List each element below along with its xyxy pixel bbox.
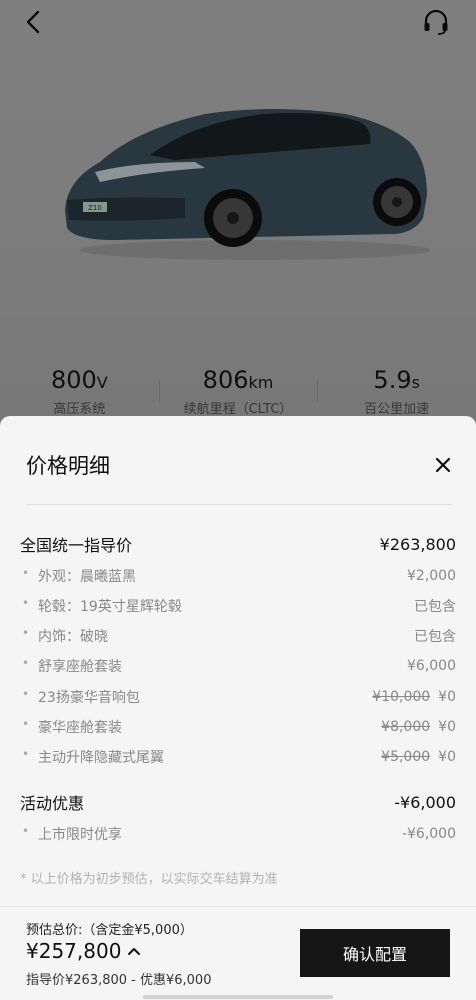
discounted-price: ¥0 (438, 689, 456, 705)
row-label: 内饰：破晓 (20, 626, 108, 646)
chevron-up-icon (128, 948, 141, 955)
promotion-row: 活动优惠 -¥6,000 (20, 789, 456, 815)
row-value: ¥8,000 ¥0 (381, 719, 456, 735)
row-value: 已包含 (414, 599, 456, 615)
estimate-total-toggle[interactable]: ¥257,800 (26, 939, 141, 963)
price-item-row: 轮毂：19英寸星辉轮毂 已包含 (20, 593, 456, 619)
estimate-label: 预估总价:（含定金¥5,000） (26, 923, 193, 938)
price-item-row: 23扬豪华音响包 ¥10,000 ¥0 (20, 684, 456, 710)
row-value: ¥6,000 (407, 658, 456, 674)
row-value: ¥5,000 ¥0 (381, 749, 456, 765)
estimate-total: ¥257,800 (26, 939, 122, 963)
confirm-config-button[interactable]: 确认配置 (300, 929, 450, 977)
price-item-row: 外观：晨曦蓝黑 ¥2,000 (20, 563, 456, 589)
row-label: 上市限时优享 (20, 824, 122, 844)
price-item-row: 豪华座舱套装 ¥8,000 ¥0 (20, 714, 456, 740)
price-detail-sheet: 价格明细 全国统一指导价 ¥263,800 外观：晨曦蓝黑 ¥2,000 轮毂：… (0, 416, 476, 1000)
row-label: 外观：晨曦蓝黑 (20, 566, 136, 586)
original-price: ¥8,000 (381, 719, 431, 735)
row-value: ¥10,000 ¥0 (372, 689, 456, 705)
row-value: ¥263,800 (379, 534, 456, 554)
row-label: 舒享座舱套装 (20, 656, 122, 676)
price-item-row: 主动升降隐藏式尾翼 ¥5,000 ¥0 (20, 744, 456, 770)
guide-price-row: 全国统一指导价 ¥263,800 (20, 531, 456, 557)
home-indicator (143, 995, 333, 999)
sheet-title: 价格明细 (26, 454, 110, 478)
original-price: ¥5,000 (381, 749, 431, 765)
row-label: 豪华座舱套装 (20, 717, 122, 737)
row-value: 已包含 (414, 629, 456, 645)
row-value: -¥6,000 (394, 792, 456, 812)
row-label: 活动优惠 (20, 794, 85, 813)
row-label: 全国统一指导价 (20, 536, 133, 555)
promotion-item-row: 上市限时优享 -¥6,000 (20, 821, 456, 847)
original-price: ¥10,000 (372, 689, 431, 705)
price-item-row: 内饰：破晓 已包含 (20, 623, 456, 649)
checkout-footer: 预估总价:（含定金¥5,000） ¥257,800 指导价¥263,800 - … (0, 906, 476, 1000)
discounted-price: ¥0 (438, 719, 456, 735)
row-value: ¥2,000 (407, 568, 456, 584)
close-icon[interactable] (430, 452, 456, 478)
row-label: 主动升降隐藏式尾翼 (20, 747, 164, 767)
price-disclaimer: * 以上价格为初步预估，以实际交车结算为准 (20, 872, 278, 887)
row-value: -¥6,000 (401, 826, 456, 842)
row-label: 轮毂：19英寸星辉轮毂 (20, 596, 182, 616)
price-item-row: 舒享座舱套装 ¥6,000 (20, 653, 456, 679)
divider (26, 504, 452, 505)
estimate-breakdown: 指导价¥263,800 - 优惠¥6,000 (26, 973, 212, 988)
row-label: 23扬豪华音响包 (20, 687, 140, 707)
discounted-price: ¥0 (438, 749, 456, 765)
